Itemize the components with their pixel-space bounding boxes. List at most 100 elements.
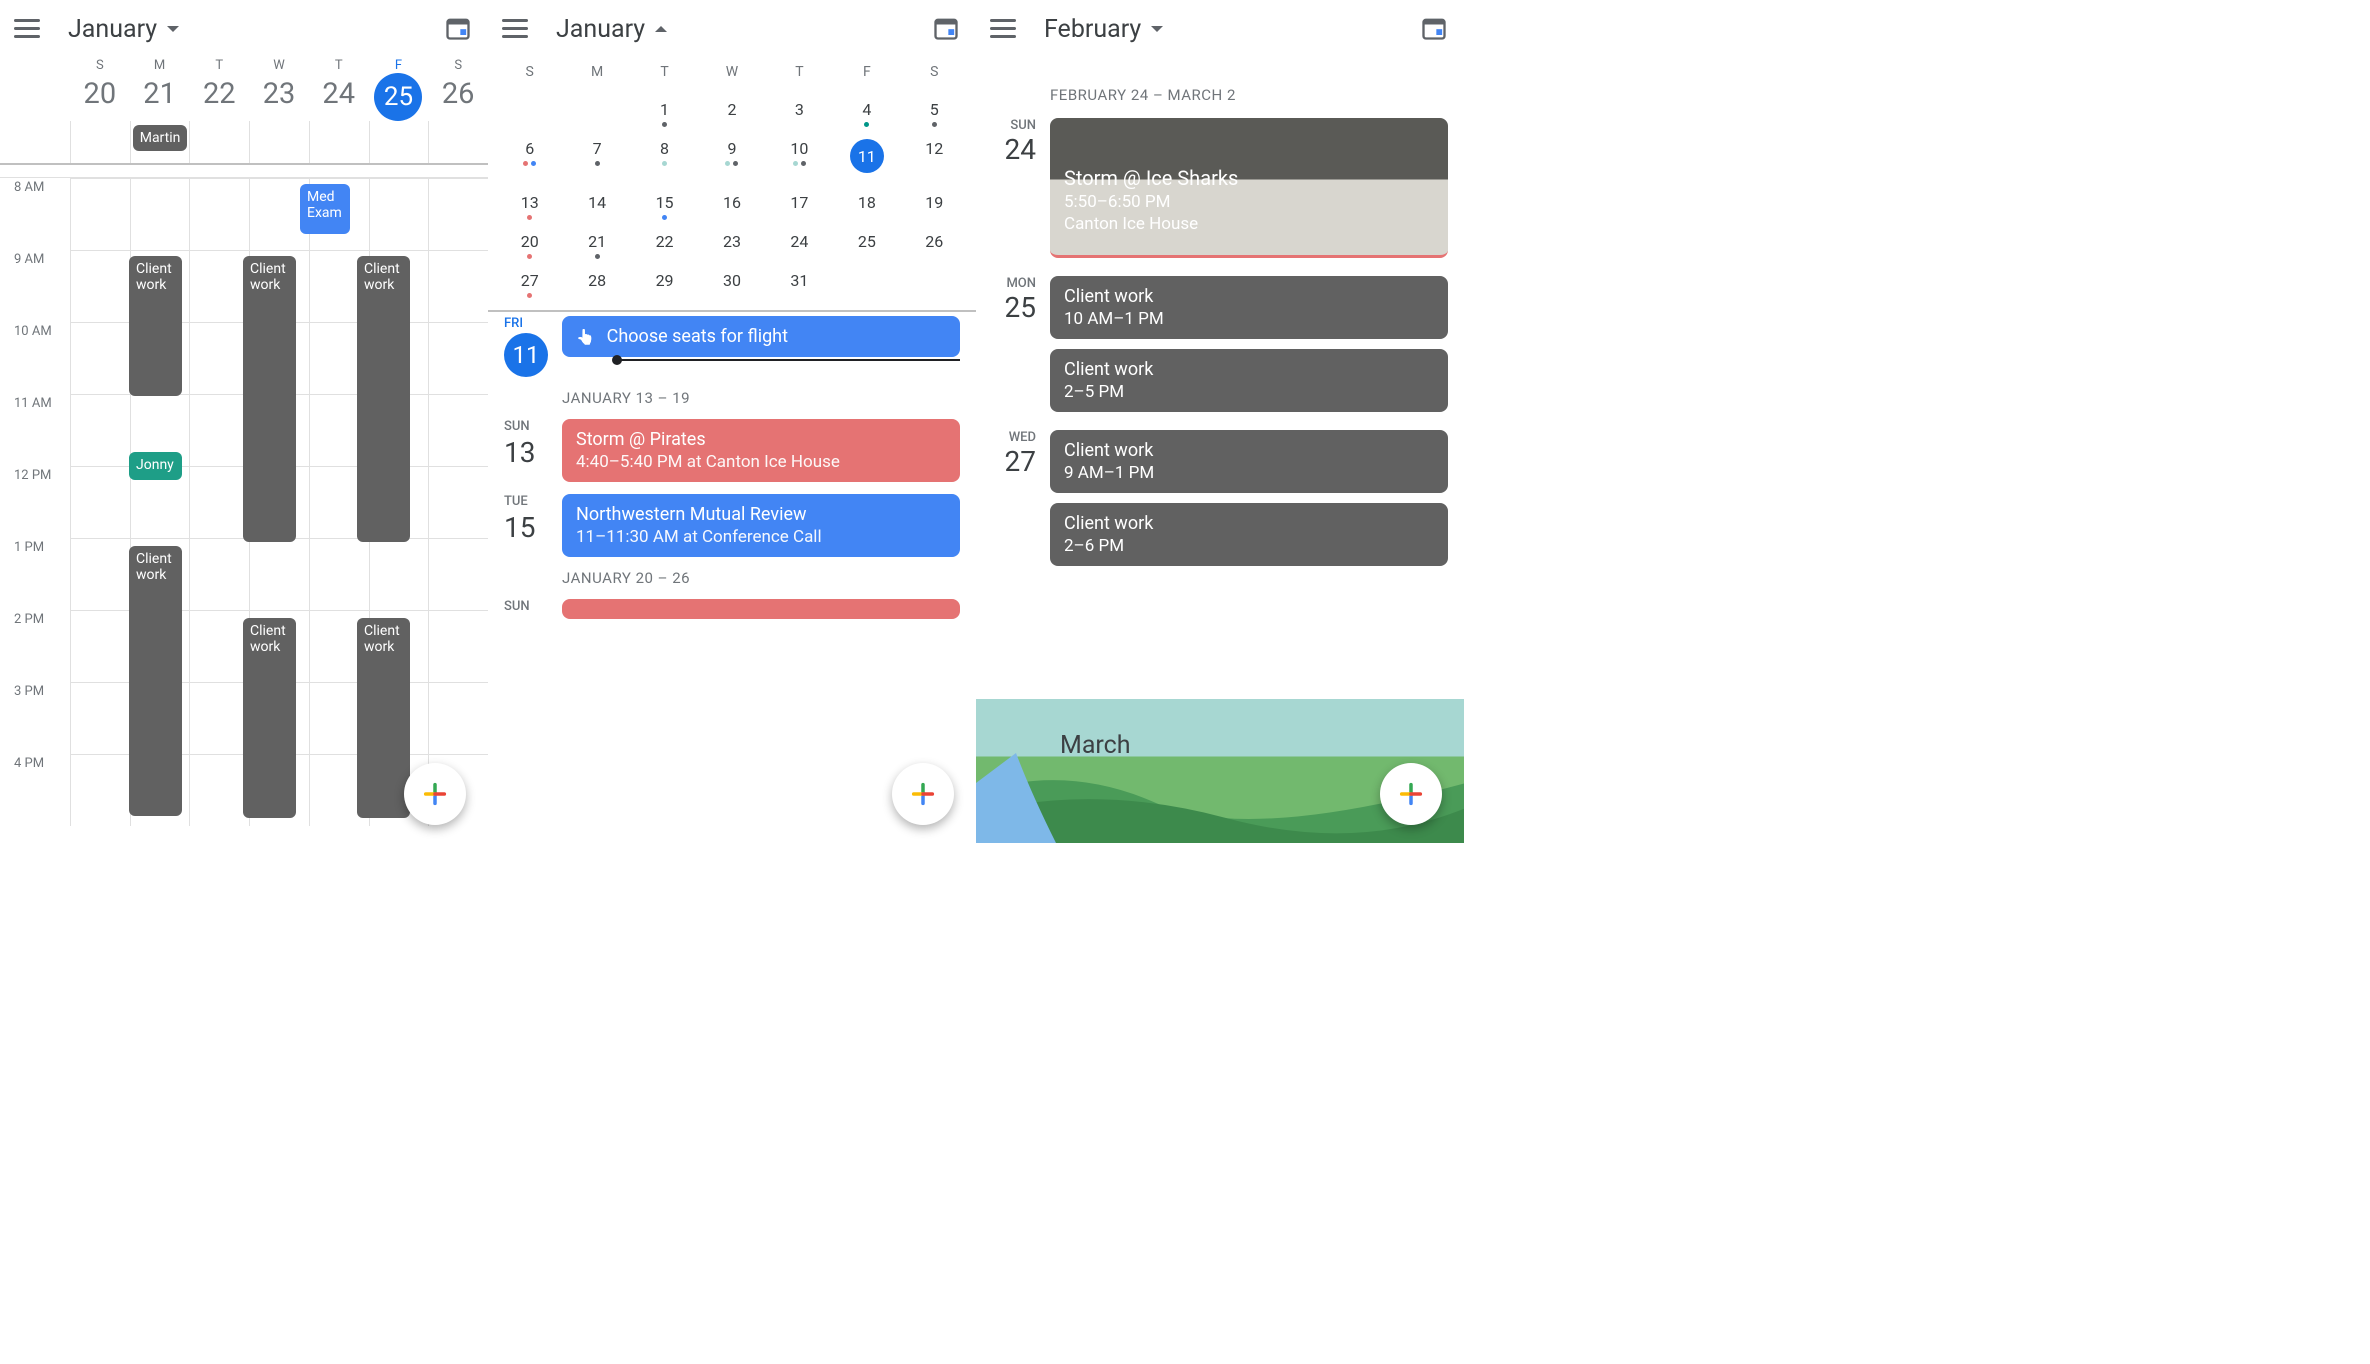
month-day-cell[interactable]: 1 [631, 100, 698, 119]
month-label: February [1044, 15, 1141, 44]
menu-icon[interactable] [14, 19, 40, 39]
event-client-work[interactable]: Client work 2–6 PM [1050, 503, 1448, 566]
month-day-cell[interactable]: 21 [563, 232, 630, 251]
day-num: 15 [504, 511, 562, 544]
menu-icon[interactable] [990, 19, 1016, 39]
month-day-cell[interactable]: 7 [563, 139, 630, 173]
event-client-work[interactable]: Client work [129, 256, 182, 396]
schedule-day: SUN [504, 599, 960, 619]
event-storm-pirates[interactable]: Storm @ Pirates 4:40–5:40 PM at Canton I… [562, 419, 960, 482]
today-icon[interactable] [932, 14, 960, 46]
day-num: 13 [504, 436, 562, 469]
weekday-number: 20 [70, 77, 130, 111]
month-day-cell[interactable] [563, 100, 630, 119]
month-day-cell[interactable]: 8 [631, 139, 698, 173]
day-dow: SUN [992, 118, 1036, 133]
month-day-cell[interactable]: 14 [563, 193, 630, 212]
schedule-day: TUE 15 Northwestern Mutual Review 11–11:… [504, 494, 960, 557]
schedule-list[interactable]: FRI 11 Choose seats for flight JANUARY 1… [488, 310, 976, 619]
month-day-cell[interactable]: 24 [766, 232, 833, 251]
month-day-cell[interactable]: 28 [563, 271, 630, 290]
schedule-list[interactable]: FEBRUARY 24 – MARCH 2 SUN24 Storm @ Ice … [976, 86, 1464, 566]
schedule-day: SUN 13 Storm @ Pirates 4:40–5:40 PM at C… [504, 419, 960, 482]
week-day-col[interactable]: W23 [249, 58, 309, 121]
week-day-col[interactable]: S 20 [70, 58, 130, 121]
menu-icon[interactable] [502, 19, 528, 39]
event-choose-seats[interactable]: Choose seats for flight [562, 316, 960, 357]
week-day-col[interactable]: F25 [369, 58, 429, 121]
today-icon[interactable] [1420, 14, 1448, 46]
week-day-col[interactable]: T24 [309, 58, 369, 121]
month-day-cell[interactable]: 31 [766, 271, 833, 290]
week-range-label: JANUARY 20 – 26 [562, 569, 960, 587]
weekday-number: 22 [189, 77, 249, 111]
month-day-cell[interactable]: 9 [698, 139, 765, 173]
week-day-col[interactable]: M21 [130, 58, 190, 121]
month-day-cell[interactable]: 16 [698, 193, 765, 212]
month-day-cell[interactable]: 13 [496, 193, 563, 212]
day-num: 25 [992, 291, 1036, 324]
month-day-cell[interactable]: 5 [901, 100, 968, 119]
header: February [976, 0, 1464, 58]
event-image-card[interactable]: Storm @ Ice Sharks 5:50–6:50 PM Canton I… [1050, 118, 1448, 258]
create-event-fab[interactable] [892, 763, 954, 825]
weekday-letter: W [249, 58, 309, 73]
month-day-cell[interactable]: 22 [631, 232, 698, 251]
event-jonny[interactable]: Jonny [129, 452, 182, 480]
event-client-work[interactable]: Client work [357, 256, 410, 542]
event-partial[interactable] [562, 599, 960, 619]
create-event-fab[interactable] [404, 763, 466, 825]
month-day-cell[interactable]: 23 [698, 232, 765, 251]
schedule-day: MON25 Client work 10 AM–1 PM Client work… [992, 276, 1448, 412]
chevron-up-icon [655, 26, 667, 32]
event-nw-mutual[interactable]: Northwestern Mutual Review 11–11:30 AM a… [562, 494, 960, 557]
month-day-cell[interactable]: 30 [698, 271, 765, 290]
event-client-work[interactable]: Client work [243, 256, 296, 542]
month-dropdown[interactable]: January [68, 15, 179, 44]
event-martin[interactable]: Martin [133, 125, 188, 151]
month-day-cell[interactable]: 6 [496, 139, 563, 173]
hour-label: 11 AM [0, 394, 70, 466]
event-client-work[interactable]: Client work 10 AM–1 PM [1050, 276, 1448, 339]
event-client-work[interactable]: Client work [243, 618, 296, 818]
event-client-work[interactable]: Client work 2–5 PM [1050, 349, 1448, 412]
month-day-cell[interactable]: 2 [698, 100, 765, 119]
month-day-cell[interactable]: 11 [833, 139, 900, 173]
month-day-cell[interactable]: 4 [833, 100, 900, 119]
weekday-letter: S [70, 58, 130, 73]
event-client-work[interactable]: Client work 9 AM–1 PM [1050, 430, 1448, 493]
month-dropdown[interactable]: February [1044, 15, 1163, 44]
month-day-cell[interactable]: 10 [766, 139, 833, 173]
month-day-cell[interactable]: 20 [496, 232, 563, 251]
month-dropdown[interactable]: January [556, 15, 667, 44]
create-event-fab[interactable] [1380, 763, 1442, 825]
month-day-cell[interactable]: 25 [833, 232, 900, 251]
week-day-col[interactable]: T22 [189, 58, 249, 121]
day-num: 24 [992, 133, 1036, 166]
week-day-col[interactable]: S26 [428, 58, 488, 121]
panel-schedule: February FEBRUARY 24 – MARCH 2 SUN24 Sto… [976, 0, 1464, 843]
event-client-work[interactable]: Client work [129, 546, 182, 816]
month-grid[interactable]: SMTWTFS123456789101112131415161718192021… [488, 58, 976, 290]
month-day-cell[interactable]: 26 [901, 232, 968, 251]
month-day-cell[interactable]: 12 [901, 139, 968, 173]
month-day-cell[interactable] [496, 100, 563, 119]
hour-grid[interactable]: Med Exam Client work Client work Client … [0, 177, 488, 826]
month-banner-label: March [1060, 731, 1131, 760]
month-day-cell[interactable]: 29 [631, 271, 698, 290]
weekday-letter: M [563, 64, 630, 80]
event-med-exam[interactable]: Med Exam [300, 184, 350, 234]
month-day-cell[interactable]: 3 [766, 100, 833, 119]
month-day-cell[interactable] [901, 271, 968, 290]
month-day-cell[interactable]: 19 [901, 193, 968, 212]
today-icon[interactable] [444, 14, 472, 46]
month-day-cell[interactable]: 18 [833, 193, 900, 212]
hour-label: 9 AM [0, 250, 70, 322]
month-day-cell[interactable]: 17 [766, 193, 833, 212]
schedule-day: SUN24 Storm @ Ice Sharks 5:50–6:50 PM Ca… [992, 118, 1448, 258]
weekday-number: 24 [309, 77, 369, 111]
month-day-cell[interactable]: 15 [631, 193, 698, 212]
month-day-cell[interactable]: 27 [496, 271, 563, 290]
event-client-work[interactable]: Client work [357, 618, 410, 818]
month-day-cell[interactable] [833, 271, 900, 290]
